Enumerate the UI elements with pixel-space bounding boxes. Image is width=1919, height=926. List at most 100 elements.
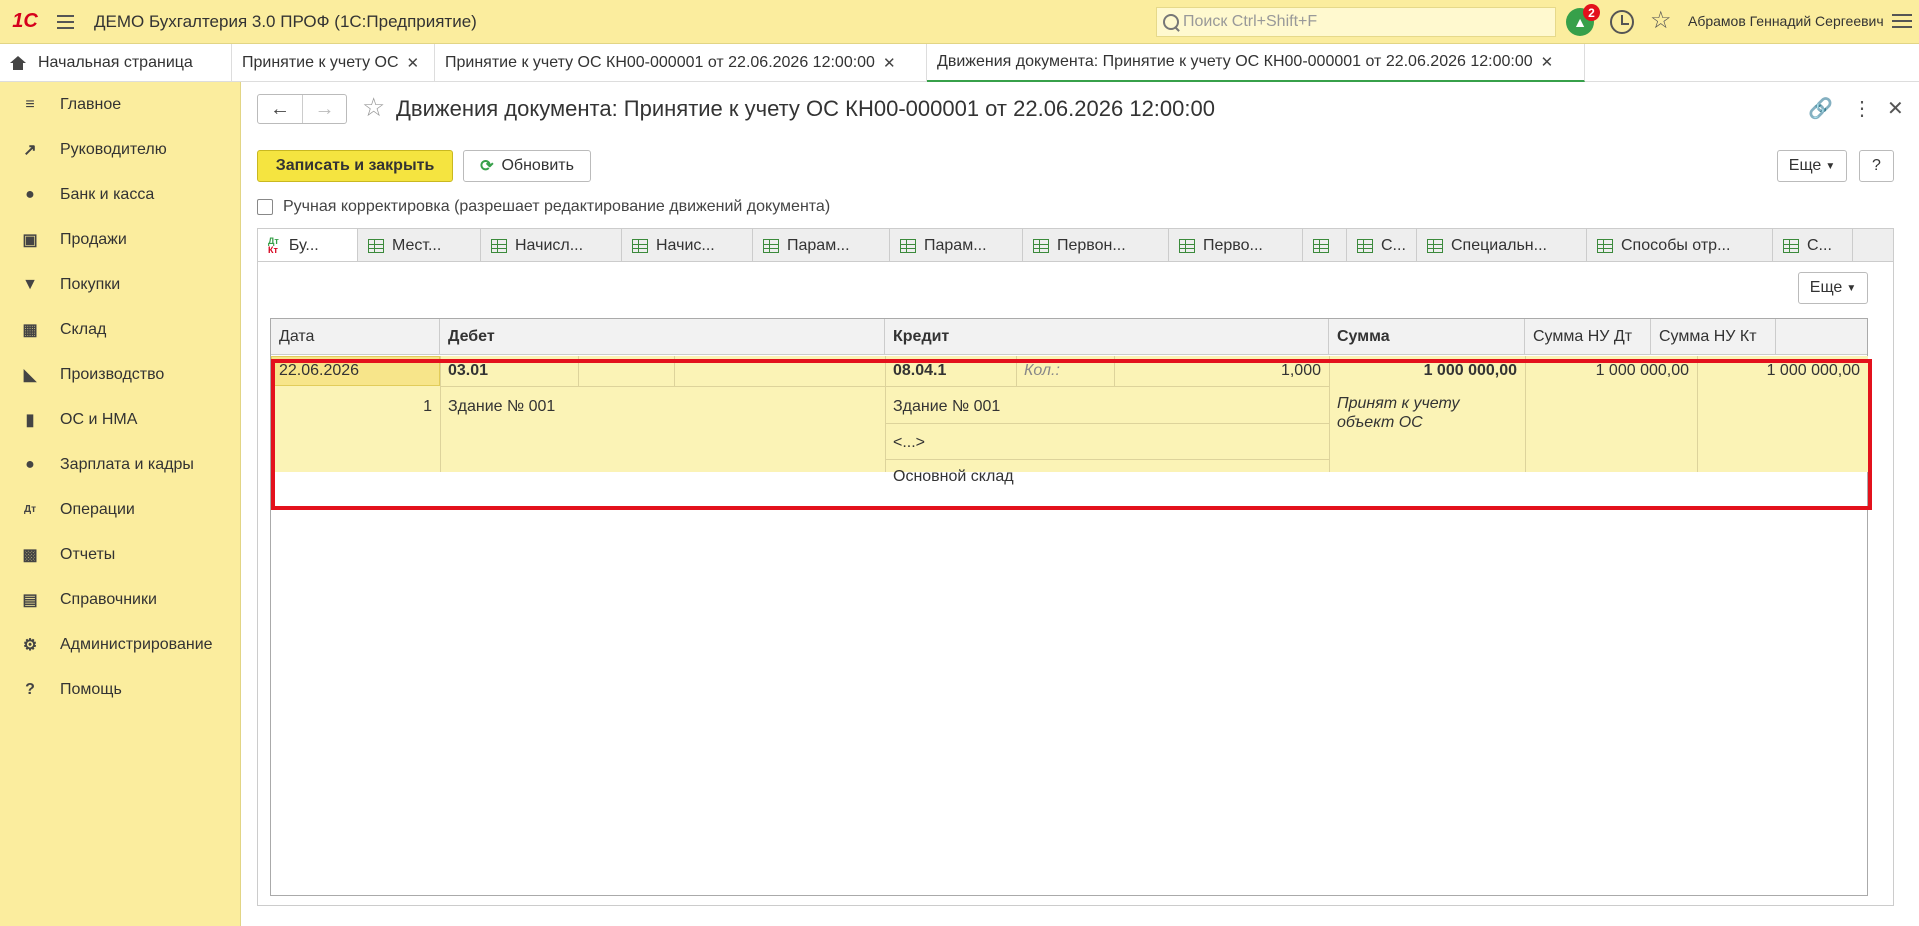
column-header-sum-nu-kt[interactable]: Сумма НУ Кт [1651, 319, 1776, 355]
table-icon [368, 238, 384, 253]
notifications-badge: 2 [1583, 4, 1600, 21]
tab-register[interactable]: Мест... [358, 229, 481, 262]
column-header-sum-nu-dt[interactable]: Сумма НУ Дт [1525, 319, 1651, 355]
sidebar-item-production[interactable]: ◣ Производство [0, 352, 240, 397]
nav-buttons: ← → [257, 94, 347, 124]
sidebar-item-reports[interactable]: ▩ Отчеты [0, 532, 240, 577]
sidebar-item-label: Администрирование [60, 635, 213, 653]
sidebar-item-admin[interactable]: ⚙ Администрирование [0, 622, 240, 667]
tab-document-movements[interactable]: Движения документа: Принятие к учету ОС … [927, 44, 1585, 82]
sidebar-item-label: Помощь [60, 680, 122, 698]
close-icon[interactable]: ✕ [1541, 53, 1554, 71]
sidebar: ≡ Главное ↗ Руководителю ● Банк и касса ▣ Пр… [0, 82, 241, 926]
column-header-debit[interactable]: Дебет [440, 319, 885, 355]
tab-register[interactable]: С... [1347, 229, 1417, 262]
close-icon[interactable]: ✕ [407, 54, 420, 72]
table-icon [1783, 238, 1799, 253]
tab-label: Движения документа: Принятие к учету ОС … [937, 53, 1533, 70]
sidebar-item-label: Банк и касса [60, 185, 155, 203]
tab-label: Принятие к учету ОС [242, 54, 399, 71]
sidebar-item-main[interactable]: ≡ Главное [0, 82, 240, 127]
tab-register[interactable]: Начис... [622, 229, 753, 262]
sidebar-item-help[interactable]: ? Помощь [0, 667, 240, 712]
link-icon[interactable]: 🔗 [1808, 96, 1833, 121]
favorites-star-icon[interactable]: ☆ [1650, 6, 1672, 35]
menu-icon: ≡ [25, 95, 35, 113]
sidebar-item-operations[interactable]: Дт Операции [0, 487, 240, 532]
table-icon [763, 238, 779, 253]
warehouse-icon: ▦ [22, 321, 38, 339]
refresh-icon: ⟳ [480, 158, 494, 175]
refresh-button[interactable]: ⟳ Обновить [463, 150, 591, 182]
tab-os-list[interactable]: Принятие к учету ОС ✕ [232, 44, 435, 82]
sidebar-item-catalogs[interactable]: ▤ Справочники [0, 577, 240, 622]
table-icon [1427, 238, 1443, 253]
tab-label: Мест... [392, 236, 442, 254]
more-vertical-icon[interactable]: ⋮ [1852, 96, 1872, 121]
column-header-date[interactable]: Дата [271, 319, 440, 355]
tab-register[interactable] [1303, 229, 1347, 262]
main-menu-button[interactable] [50, 0, 80, 44]
tab-label: С... [1381, 236, 1406, 254]
sidebar-item-bank[interactable]: ● Банк и касса [0, 172, 240, 217]
sidebar-item-fixed-assets[interactable]: ▮ ОС и НМА [0, 397, 240, 442]
search-placeholder: Поиск Ctrl+Shift+F [1183, 13, 1318, 30]
tab-register[interactable]: Перво... [1169, 229, 1303, 262]
search-icon [1163, 14, 1179, 30]
tab-label: Начис... [656, 236, 715, 254]
tab-os-document[interactable]: Принятие к учету ОС КН00-000001 от 22.06… [435, 44, 927, 82]
tab-register[interactable]: Начисл... [481, 229, 622, 262]
search-input[interactable]: Поиск Ctrl+Shift+F [1156, 7, 1556, 37]
tab-label: Парам... [787, 236, 850, 254]
sidebar-item-label: Главное [60, 95, 122, 113]
logo-1c[interactable]: 1С [0, 0, 50, 44]
checkbox-box[interactable] [257, 199, 273, 215]
tab-label: Парам... [924, 236, 987, 254]
chevron-down-icon: ▼ [1846, 282, 1857, 294]
close-icon[interactable]: ✕ [883, 54, 896, 72]
tab-label: Перво... [1203, 236, 1263, 254]
close-icon[interactable]: ✕ [1887, 96, 1904, 121]
tab-accounting-register[interactable]: Дт Кт Бу... [258, 229, 358, 262]
tab-register[interactable]: Специальн... [1417, 229, 1587, 262]
table-icon [1033, 238, 1049, 253]
sidebar-item-label: Покупки [60, 275, 121, 293]
tab-register[interactable]: Парам... [890, 229, 1023, 262]
tab-register[interactable]: Способы отр... [1587, 229, 1773, 262]
sidebar-item-warehouse[interactable]: ▦ Склад [0, 307, 240, 352]
tab-register[interactable]: С... [1773, 229, 1853, 262]
forward-arrow-icon[interactable]: → [302, 95, 346, 123]
page-title: Движения документа: Принятие к учету ОС … [396, 96, 1215, 121]
history-icon[interactable] [1610, 10, 1634, 34]
sidebar-item-label: Склад [60, 320, 107, 338]
sidebar-item-manager[interactable]: ↗ Руководителю [0, 127, 240, 172]
tab-home[interactable]: Начальная страница [0, 44, 232, 82]
save-and-close-button[interactable]: Записать и закрыть [257, 150, 453, 182]
tab-label: Специальн... [1451, 236, 1547, 254]
column-header-sum[interactable]: Сумма [1329, 319, 1525, 355]
favorite-star-icon[interactable]: ☆ [362, 92, 385, 123]
manual-correction-checkbox[interactable]: Ручная корректировка (разрешает редактир… [257, 198, 830, 216]
help-button[interactable]: ? [1859, 150, 1894, 182]
column-header-credit[interactable]: Кредит [885, 319, 1329, 355]
sidebar-item-purchases[interactable]: ▼ Покупки [0, 262, 240, 307]
gear-icon: ⚙ [22, 636, 38, 654]
more-button[interactable]: Еще ▼ [1777, 150, 1847, 182]
sidebar-item-salary[interactable]: ● Зарплата и кадры [0, 442, 240, 487]
sidebar-item-label: Руководителю [60, 140, 167, 158]
settings-menu-icon[interactable] [1892, 14, 1912, 28]
table-icon [632, 238, 648, 253]
tab-label: Способы отр... [1621, 236, 1731, 254]
sidebar-item-label: Справочники [60, 590, 157, 608]
person-icon: ● [25, 455, 35, 473]
sidebar-item-label: ОС и НМА [60, 410, 138, 428]
user-name[interactable]: Абрамов Геннадий Сергеевич [1688, 13, 1884, 29]
sidebar-item-label: Отчеты [60, 545, 116, 563]
tab-register[interactable]: Первон... [1023, 229, 1169, 262]
sidebar-item-sales[interactable]: ▣ Продажи [0, 217, 240, 262]
table-icon [1179, 238, 1195, 253]
tab-register[interactable]: Парам... [753, 229, 890, 262]
back-arrow-icon[interactable]: ← [258, 95, 302, 123]
table-more-button[interactable]: Еще ▼ [1798, 272, 1868, 304]
table-icon [1597, 238, 1613, 253]
